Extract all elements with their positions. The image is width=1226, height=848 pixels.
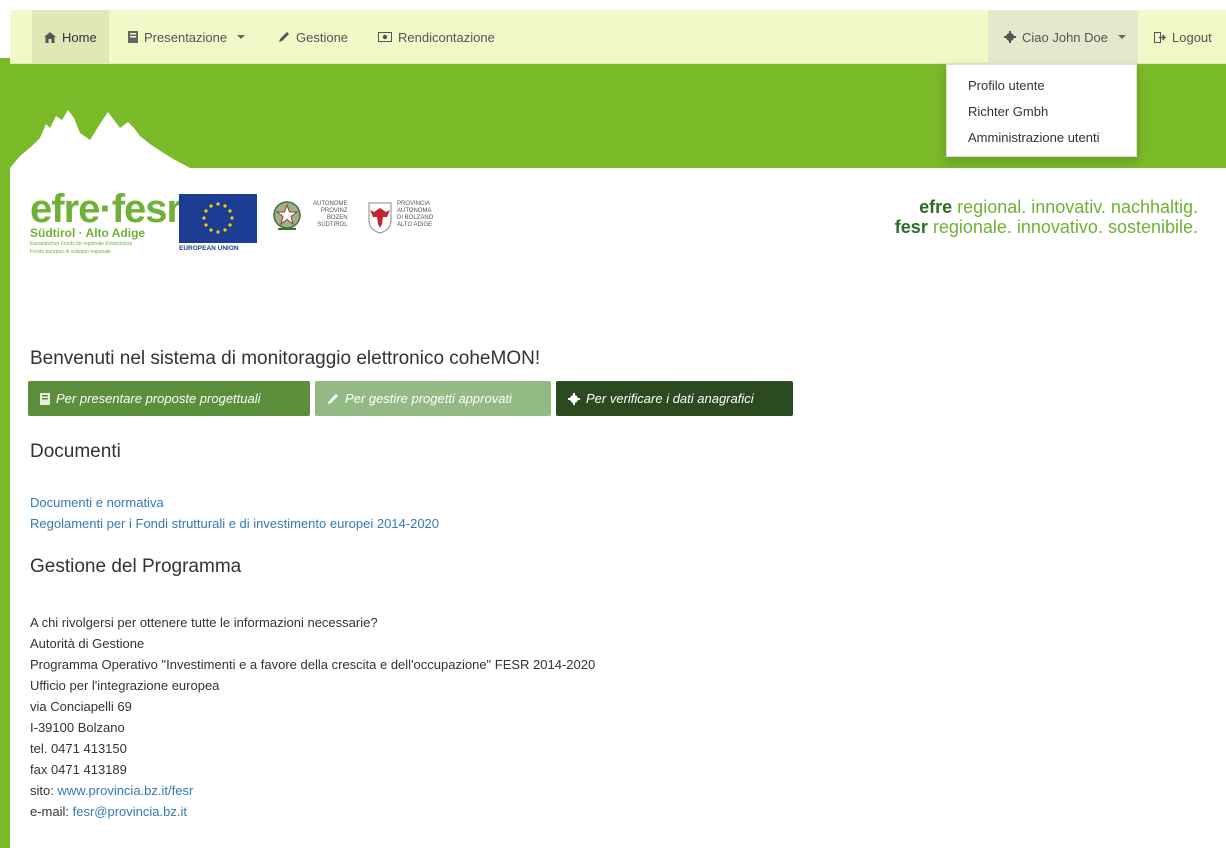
verificare-dati-label: Per verificare i dati anagrafici bbox=[586, 391, 754, 406]
top-navbar: Home Presentazione Gestione Rendicontazi… bbox=[10, 10, 1226, 64]
province-it-line: AUTONOMA bbox=[397, 208, 432, 214]
gestire-progetti-button[interactable]: Per gestire progetti approvati bbox=[315, 381, 551, 416]
info-line: A chi rivolgersi per ottenere tutte le i… bbox=[30, 615, 378, 630]
efre-logo-word: efre·fesr bbox=[30, 187, 182, 231]
pencil-icon bbox=[279, 32, 289, 42]
chevron-down-icon bbox=[1118, 35, 1126, 39]
nav-gestione-label: Gestione bbox=[296, 29, 349, 45]
menu-item-amministrazione[interactable]: Amministrazione utenti bbox=[947, 125, 1136, 151]
home-icon bbox=[44, 31, 56, 43]
nav-logout-label: Logout bbox=[1172, 29, 1212, 45]
user-dropdown-menu: Profilo utente Richter Gmbh Amministrazi… bbox=[946, 64, 1137, 157]
money-icon bbox=[378, 32, 392, 42]
province-text-de: AUTONOME PROVINZ BOZEN SÜDTIROL bbox=[313, 201, 348, 229]
info-line: Programma Operativo "Investimenti e a fa… bbox=[30, 657, 596, 672]
sito-line: sito: www.provincia.bz.it/fesr bbox=[30, 780, 595, 801]
efre-fesr-logo: efre·fesr Südtirol · Alto Adige Europäis… bbox=[30, 187, 182, 255]
nav-presentazione-label: Presentazione bbox=[144, 29, 228, 45]
eu-logo: EUROPEAN UNION bbox=[179, 194, 259, 254]
gear-icon bbox=[568, 392, 580, 405]
gestione-programma-heading: Gestione del Programma bbox=[30, 556, 242, 577]
logout-icon bbox=[1154, 31, 1166, 43]
province-it-line: PROVINCIA bbox=[397, 201, 431, 207]
info-line: tel. 0471 413150 bbox=[30, 741, 127, 756]
province-it-line: ALTO ADIGE bbox=[397, 222, 433, 228]
gear-icon bbox=[1004, 31, 1016, 43]
menu-item-profilo[interactable]: Profilo utente bbox=[947, 73, 1136, 99]
link-regolamenti-fondi[interactable]: Regolamenti per i Fondi strutturali e di… bbox=[30, 516, 439, 531]
nav-user-menu[interactable]: Ciao John Doe bbox=[988, 10, 1138, 64]
slogan-fesr: fesr bbox=[894, 217, 928, 237]
province-text-it: PROVINCIA AUTONOMA DI BOLZANO ALTO ADIGE bbox=[397, 201, 433, 229]
documenti-heading: Documenti bbox=[30, 441, 121, 462]
info-line: Autorità di Gestione bbox=[30, 636, 145, 651]
welcome-heading: Benvenuti nel sistema di monitoraggio el… bbox=[30, 348, 541, 369]
left-green-rule bbox=[0, 58, 10, 848]
presentare-proposte-label: Per presentare proposte progettuali bbox=[56, 391, 261, 406]
province-de-line: SÜDTIROL bbox=[317, 222, 348, 228]
nav-home-label: Home bbox=[62, 29, 97, 45]
info-line: I-39100 Bolzano bbox=[30, 720, 125, 735]
province-de-line: BOZEN bbox=[326, 215, 348, 221]
province-de-line: PROVINZ bbox=[320, 208, 348, 214]
slogan-efre: efre bbox=[919, 197, 953, 217]
efre-logo-mini-1: Europäischer Fonds für regionale Entwick… bbox=[30, 241, 132, 247]
nav-presentazione[interactable]: Presentazione bbox=[116, 10, 257, 64]
efre-logo-mini-2: Fondo europeo di sviluppo regionale bbox=[30, 249, 111, 255]
eu-logo-text: EUROPEAN UNION bbox=[179, 245, 239, 252]
book-icon bbox=[40, 392, 50, 405]
link-sito[interactable]: www.provincia.bz.it/fesr bbox=[57, 783, 193, 798]
info-line: Ufficio per l'integrazione europea bbox=[30, 678, 220, 693]
nav-user-label: Ciao John Doe bbox=[1022, 29, 1108, 45]
italian-republic-emblem-icon bbox=[273, 201, 301, 230]
menu-item-azienda[interactable]: Richter Gmbh bbox=[947, 99, 1136, 125]
slogan-it: regionale. innovativo. sostenibile. bbox=[927, 217, 1198, 237]
pencil-icon bbox=[328, 393, 338, 404]
contact-info: A chi rivolgersi per ottenere tutte le i… bbox=[30, 612, 595, 822]
nav-rendicontazione[interactable]: Rendicontazione bbox=[366, 10, 507, 64]
info-line: fax 0471 413189 bbox=[30, 762, 127, 777]
chevron-down-icon bbox=[237, 35, 246, 39]
link-email[interactable]: fesr@provincia.bz.it bbox=[73, 804, 187, 819]
nav-gestione[interactable]: Gestione bbox=[266, 10, 360, 64]
presentare-proposte-button[interactable]: Per presentare proposte progettuali bbox=[28, 381, 310, 416]
nav-logout[interactable]: Logout bbox=[1142, 10, 1224, 64]
slogan-de: regional. innovativ. nachhaltig. bbox=[952, 197, 1198, 217]
nav-rendicontazione-label: Rendicontazione bbox=[398, 29, 495, 45]
info-line: via Conciapelli 69 bbox=[30, 699, 132, 714]
dolomites-silhouette bbox=[10, 110, 190, 168]
gestire-progetti-label: Per gestire progetti approvati bbox=[345, 391, 512, 406]
page: Home Presentazione Gestione Rendicontazi… bbox=[0, 0, 1226, 848]
slogan-line-2: fesr regionale. innovativo. sostenibile. bbox=[895, 217, 1198, 237]
verificare-dati-button[interactable]: Per verificare i dati anagrafici bbox=[556, 381, 793, 416]
province-de-line: AUTONOME bbox=[313, 201, 348, 207]
book-icon bbox=[128, 31, 138, 43]
eu-flag-icon bbox=[179, 194, 257, 243]
slogan: efre regional. innovativ. nachhaltig. fe… bbox=[895, 197, 1198, 237]
nav-home[interactable]: Home bbox=[32, 10, 109, 64]
sito-label: sito: bbox=[30, 783, 58, 798]
email-label: e-mail: bbox=[30, 804, 73, 819]
email-line: e-mail: fesr@provincia.bz.it bbox=[30, 801, 595, 822]
tyrol-eagle-shield-icon bbox=[368, 202, 392, 234]
link-documenti-normativa[interactable]: Documenti e normativa bbox=[30, 495, 164, 510]
slogan-line-1: efre regional. innovativ. nachhaltig. bbox=[895, 197, 1198, 217]
province-it-line: DI BOLZANO bbox=[397, 215, 434, 221]
